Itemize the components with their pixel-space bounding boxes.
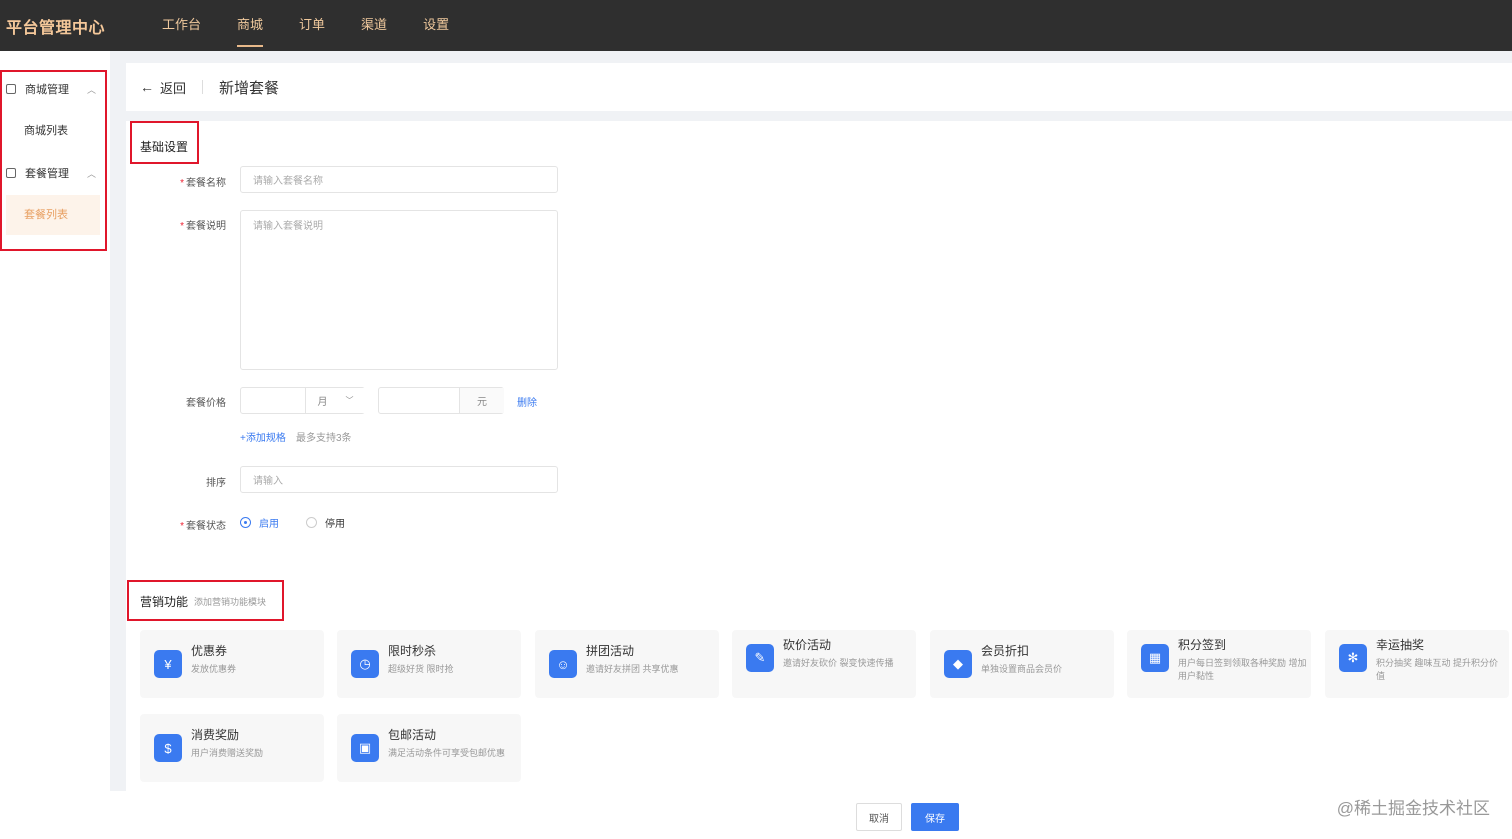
feature-name: 限时秒杀 — [388, 644, 437, 658]
feature-desc: 用户每日签到领取各种奖励 增加用户黏性 — [1178, 658, 1307, 681]
sort-field-label: 排序 — [206, 478, 226, 489]
feature-lucky-draw[interactable]: ✻ 幸运抽奖积分抽奖 趣味互动 提升积分价值 — [1325, 630, 1509, 698]
page-title: 新增套餐 — [219, 79, 280, 97]
wheel-icon: ✻ — [1339, 644, 1367, 672]
radio-label: 启用 — [259, 519, 279, 530]
highlight-box-basic-settings — [130, 121, 199, 164]
money-bag-icon: $ — [154, 734, 182, 762]
desc-field-label: * 套餐说明 — [180, 221, 226, 232]
diamond-icon: ◆ — [944, 650, 972, 678]
feature-flash-sale[interactable]: ◷ 限时秒杀超级好货 限时抢 — [337, 630, 521, 698]
page-header: ← 返回 新增套餐 — [126, 63, 1512, 111]
back-button[interactable]: ← 返回 — [140, 78, 186, 97]
top-bar: 平台管理中心 工作台 商城 订单 渠道 设置 — [0, 0, 1512, 51]
price-period-group: 月 ﹀ — [240, 387, 365, 414]
delete-spec-link[interactable]: 删除 — [517, 394, 537, 409]
highlight-box-sidebar — [0, 70, 107, 251]
highlight-box-marketing — [127, 580, 284, 621]
group-icon: ☺ — [549, 650, 577, 678]
basic-settings-card: 基础设置 * 套餐名称 请输入套餐名称 * 套餐说明 请输入套餐说明 套餐价格 月 … — [126, 121, 1512, 629]
feature-desc: 邀请好友拼团 共享优惠 — [586, 664, 679, 674]
feature-coupon[interactable]: ¥ 优惠券发放优惠券 — [140, 630, 324, 698]
feature-free-shipping[interactable]: ▣ 包邮活动满足活动条件可享受包邮优惠 — [337, 714, 521, 782]
nav-item-mall[interactable]: 商城 — [223, 0, 277, 51]
feature-name: 包邮活动 — [388, 728, 437, 742]
feature-desc: 超级好货 限时抢 — [388, 664, 454, 674]
top-nav: 工作台 商城 订单 渠道 设置 — [148, 0, 471, 51]
feature-desc: 单独设置商品会员价 — [981, 664, 1063, 674]
feature-name: 优惠券 — [191, 644, 228, 658]
feature-name: 幸运抽奖 — [1376, 638, 1425, 652]
price-unit-suffix: 元 — [459, 388, 504, 413]
marketing-card: 营销功能 添加营销功能模块 ¥ 优惠券 发放优惠券 ◷ 限时秒杀 超级好货 限时抢 … — [126, 579, 1512, 791]
name-field-label: * 套餐名称 — [180, 178, 226, 189]
feature-name: 积分签到 — [1178, 638, 1227, 652]
feature-member-discount[interactable]: ◆ 会员折扣单独设置商品会员价 — [930, 630, 1114, 698]
package-name-input[interactable]: 请输入套餐名称 — [240, 166, 558, 193]
arrow-left-icon: ← — [140, 79, 154, 95]
feature-name: 消费奖励 — [191, 728, 240, 742]
feature-name: 砍价活动 — [783, 638, 832, 652]
feature-bargain[interactable]: ✎ 砍价活动邀请好友砍价 裂变快速传播 — [732, 630, 916, 698]
price-field-label: 套餐价格 — [186, 398, 226, 409]
nav-item-settings[interactable]: 设置 — [409, 0, 463, 51]
add-spec-hint: 最多支持3条 — [296, 433, 352, 444]
app-title: 平台管理中心 — [6, 19, 106, 37]
sort-input[interactable]: 请输入 — [240, 466, 558, 493]
footer-bar: 取消 保存 — [110, 791, 1512, 839]
feature-spend-reward[interactable]: $ 消费奖励用户消费赠送奖励 — [140, 714, 324, 782]
radio-dot — [240, 517, 251, 528]
status-field-label: * 套餐状态 — [180, 521, 226, 532]
nav-item-channels[interactable]: 渠道 — [347, 0, 401, 51]
period-select[interactable]: 月 ﹀ — [305, 388, 365, 413]
feature-desc: 满足活动条件可享受包邮优惠 — [388, 748, 506, 758]
status-radio-disabled[interactable]: 停用 — [306, 515, 345, 530]
tag-icon: ✎ — [746, 644, 774, 672]
watermark: @稀土掘金技术社区 — [1336, 799, 1490, 818]
save-button[interactable]: 保存 — [911, 803, 959, 831]
shipping-icon: ▣ — [351, 734, 379, 762]
package-desc-textarea[interactable]: 请输入套餐说明 — [240, 210, 558, 370]
price-amount-input[interactable]: 元 — [378, 387, 504, 414]
coupon-icon: ¥ — [154, 650, 182, 678]
nav-item-orders[interactable]: 订单 — [285, 0, 339, 51]
feature-group-buy[interactable]: ☺ 拼团活动邀请好友拼团 共享优惠 — [535, 630, 719, 698]
chevron-down-icon: ﹀ — [345, 396, 354, 405]
radio-label: 停用 — [325, 519, 345, 530]
clock-icon: ◷ — [351, 650, 379, 678]
radio-dot — [306, 517, 317, 528]
period-select-value: 月 — [317, 397, 328, 408]
feature-desc: 积分抽奖 趣味互动 提升积分价值 — [1376, 658, 1499, 681]
feature-name: 拼团活动 — [586, 644, 635, 658]
feature-desc: 用户消费赠送奖励 — [191, 748, 264, 758]
header-divider — [202, 80, 204, 94]
feature-desc: 发放优惠券 — [191, 664, 237, 674]
nav-item-workbench[interactable]: 工作台 — [148, 0, 215, 51]
add-spec-link[interactable]: +添加规格 — [240, 429, 286, 444]
calendar-icon: ▦ — [1141, 644, 1169, 672]
cancel-button[interactable]: 取消 — [856, 803, 902, 831]
feature-name: 会员折扣 — [981, 644, 1030, 658]
back-label: 返回 — [160, 80, 187, 96]
status-radio-enabled[interactable]: 启用 — [240, 515, 279, 530]
feature-desc: 邀请好友砍价 裂变快速传播 — [783, 658, 894, 668]
feature-points-checkin[interactable]: ▦ 积分签到用户每日签到领取各种奖励 增加用户黏性 — [1127, 630, 1311, 698]
